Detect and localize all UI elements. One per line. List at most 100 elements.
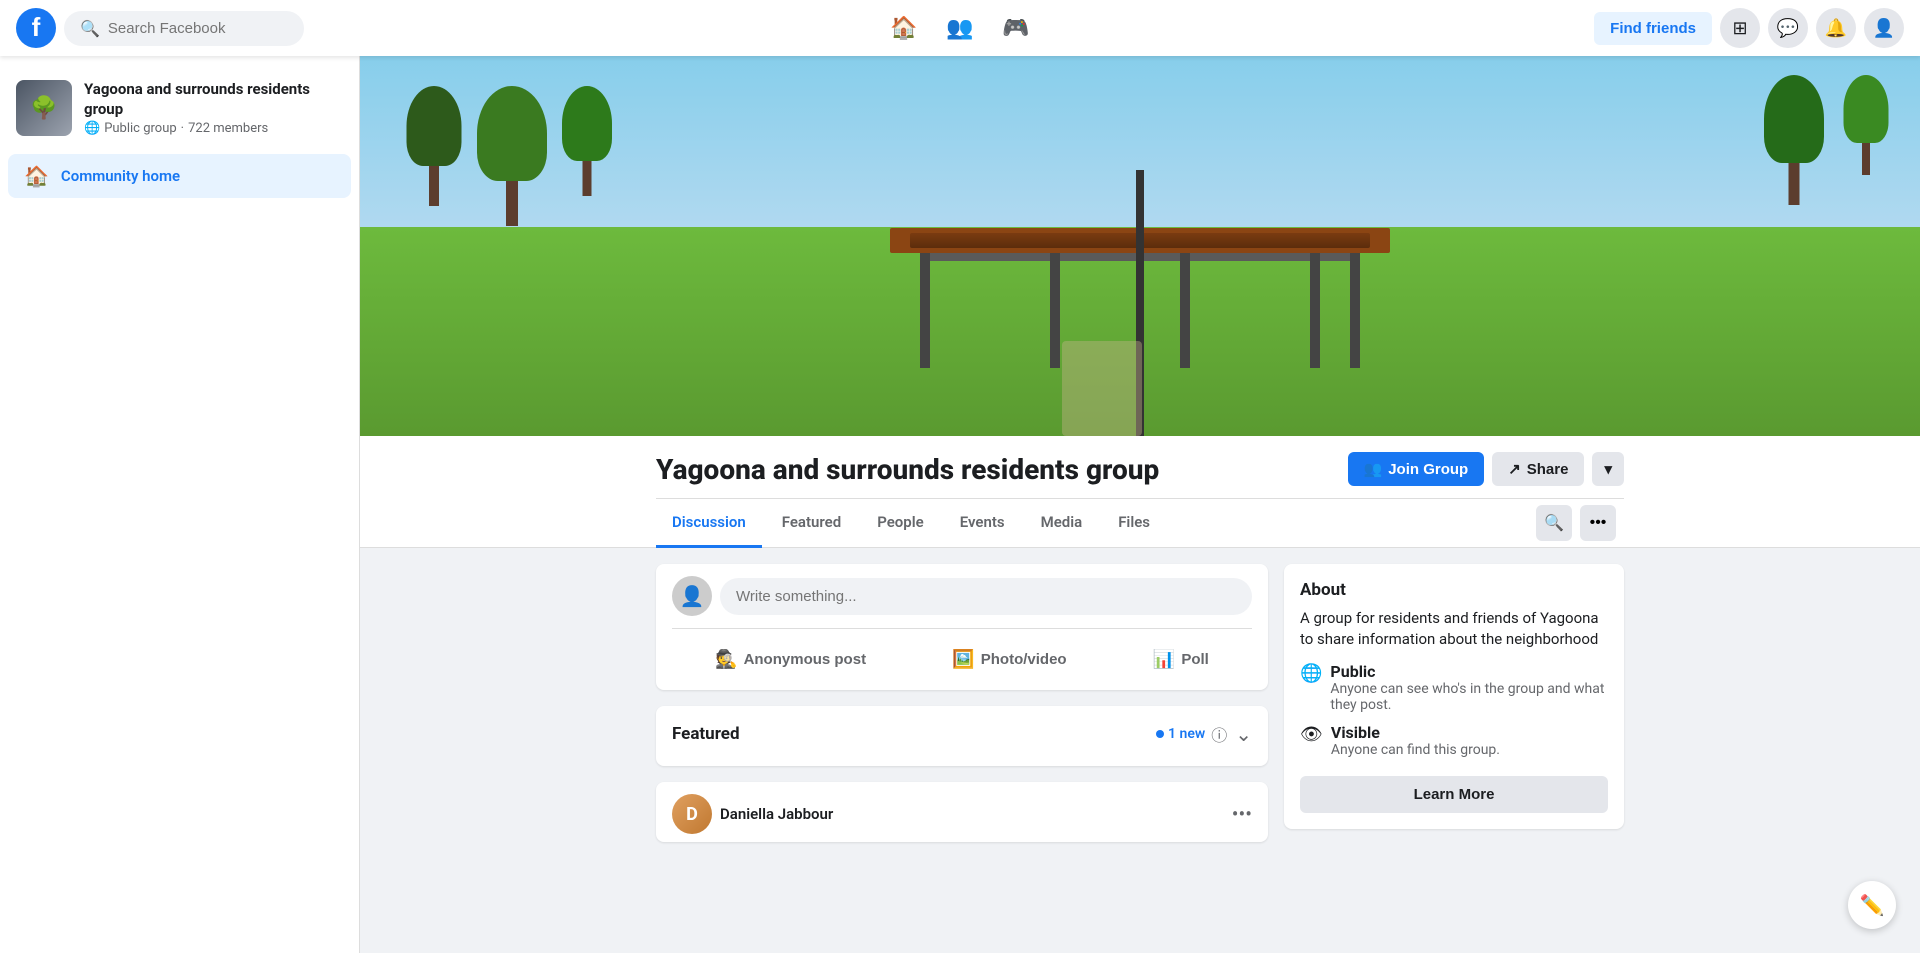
new-count: 1 new [1168,726,1205,742]
group-header-section: Yagoona and surrounds residents group 👥 … [360,436,1920,548]
tab-files[interactable]: Files [1102,499,1166,548]
community-home-label: Community home [61,167,180,185]
search-input[interactable] [108,20,288,37]
post-4 [1180,253,1190,368]
write-post-input[interactable] [720,578,1252,615]
tree-2 [477,86,547,226]
posts-column: 👤 🕵️ Anonymous post 🖼️ Photo/video [656,564,1268,842]
visible-desc: Anyone can find this group. [1331,742,1500,758]
privacy-desc: Anyone can see who's in the group and wh… [1330,681,1608,713]
notifications-button[interactable]: 🔔 [1816,8,1856,48]
featured-header-right: 1 new ⓘ ⌄ [1156,722,1252,746]
chevron-down-icon: ▾ [1604,461,1612,478]
tabs-bar: Discussion Featured People Events Media … [656,498,1624,547]
trunk-3 [582,156,591,196]
group-avatar-image: 🌳 [16,80,72,136]
join-icon: 👥 [1364,460,1383,478]
edit-floating-button[interactable]: ✏️ [1848,881,1896,929]
write-post-top: 👤 [672,576,1252,616]
globe-icon: 🌐 [84,121,100,136]
tab-featured[interactable]: Featured [766,499,857,548]
globe-about-icon: 🌐 [1300,663,1322,684]
canopy-r2 [1844,75,1889,143]
edit-icon: ✏️ [1860,893,1885,918]
post-actions: 🕵️ Anonymous post 🖼️ Photo/video 📊 Poll [672,628,1252,678]
tree-1 [407,86,462,206]
search-bar[interactable]: 🔍 [64,11,304,46]
share-button[interactable]: ↗ Share [1492,452,1584,486]
tab-right-actions: 🔍 ••• [1536,505,1624,541]
about-privacy-text: Public Anyone can see who's in the group… [1330,662,1608,713]
trunk-1 [429,161,439,206]
join-label: Join Group [1388,461,1468,478]
svg-text:f: f [32,12,41,42]
poster-avatar: D [672,794,712,834]
facebook-logo[interactable]: f [16,8,56,48]
group-meta: 🌐 Public group · 722 members [84,121,343,136]
write-post-card: 👤 🕵️ Anonymous post 🖼️ Photo/video [656,564,1268,690]
poster-initial: D [686,804,698,825]
share-icon: ↗ [1508,460,1521,478]
home-icon-sidebar: 🏠 [24,164,49,188]
photo-label: Photo/video [981,651,1067,668]
learn-more-button[interactable]: Learn More [1300,776,1608,813]
gaming-nav-button[interactable]: 🎮 [992,4,1040,52]
group-title: Yagoona and surrounds residents group [656,453,1159,486]
about-visible-item: 👁 Visible Anyone can find this group. [1300,723,1608,758]
post-5 [1310,253,1320,368]
group-text-info: Yagoona and surrounds residents group 🌐 … [84,80,343,136]
trees-left [407,86,612,226]
tab-people[interactable]: People [861,499,940,548]
post-2 [920,253,930,368]
separator: · [181,121,184,136]
group-info: 🌳 Yagoona and surrounds residents group … [0,72,359,152]
grid-icon: ⊞ [1732,18,1747,39]
anonymous-post-button[interactable]: 🕵️ Anonymous post [699,641,882,678]
anonymous-icon: 🕵️ [715,649,737,670]
new-badge: 1 new [1156,726,1205,742]
more-tab-button[interactable]: ••• [1580,505,1616,541]
tab-media[interactable]: Media [1025,499,1099,548]
post-6 [1350,253,1360,368]
tab-discussion[interactable]: Discussion [656,499,762,548]
canopy-1 [407,86,462,166]
content-area: 👤 🕵️ Anonymous post 🖼️ Photo/video [640,548,1640,858]
eye-icon: 👁 [1300,724,1323,745]
sidebar-item-community-home[interactable]: 🏠 Community home [8,154,351,198]
more-options-button[interactable]: ▾ [1592,452,1624,486]
post-more-button[interactable]: ••• [1232,802,1252,826]
join-group-button[interactable]: 👥 Join Group [1348,452,1485,486]
search-icon: 🔍 [80,19,100,38]
grid-menu-button[interactable]: ⊞ [1720,8,1760,48]
canopy-3 [562,86,612,161]
account-button[interactable]: 👤 [1864,8,1904,48]
messenger-icon: 💬 [1777,18,1799,39]
nav-right: Find friends ⊞ 💬 🔔 👤 [1564,8,1904,48]
trees-right [1764,75,1889,205]
sidebar-right: About A group for residents and friends … [1284,564,1624,842]
featured-header: Featured 1 new ⓘ ⌄ [672,722,1252,746]
poll-button[interactable]: 📊 Poll [1137,641,1225,678]
home-nav-button[interactable]: 🏠 [880,4,928,52]
bell-icon: 🔔 [1825,18,1847,39]
info-icon[interactable]: ⓘ [1211,722,1227,746]
group-avatar: 🌳 [16,80,72,136]
group-actions: 👥 Join Group ↗ Share ▾ [1348,452,1625,486]
cover-photo-inner [360,56,1920,436]
post-preview: D Daniella Jabbour ••• [656,782,1268,842]
friends-nav-button[interactable]: 👥 [936,4,984,52]
account-icon: 👤 [1873,18,1895,39]
group-header-inner: Yagoona and surrounds residents group 👥 … [640,452,1640,547]
home-icon: 🏠 [890,15,917,41]
search-tab-button[interactable]: 🔍 [1536,505,1572,541]
tab-events[interactable]: Events [944,499,1021,548]
page-wrapper: 🌳 Yagoona and surrounds residents group … [0,56,1920,953]
featured-chevron-icon[interactable]: ⌄ [1235,722,1252,746]
group-type: Public group [104,121,176,136]
find-friends-button[interactable]: Find friends [1594,12,1712,45]
photo-video-button[interactable]: 🖼️ Photo/video [936,641,1082,678]
share-label: Share [1527,461,1569,478]
canopy-r1 [1764,75,1824,163]
tree-r2 [1844,75,1889,175]
messenger-button[interactable]: 💬 [1768,8,1808,48]
